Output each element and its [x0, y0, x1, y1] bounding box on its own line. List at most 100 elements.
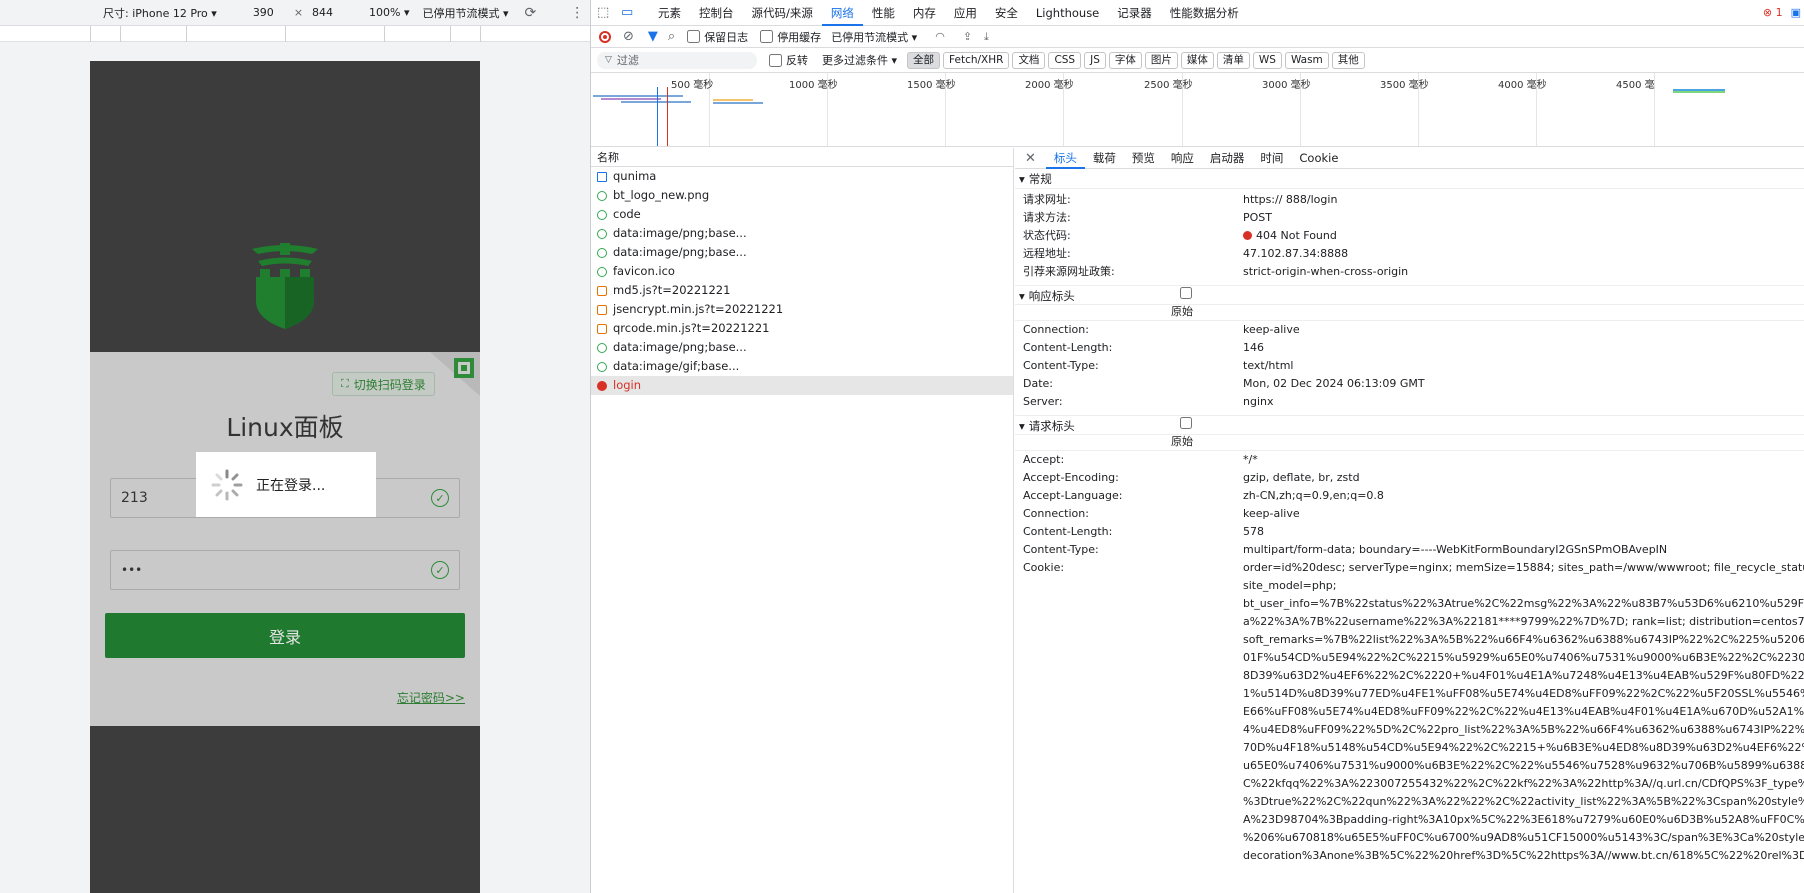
device-toolbar: 尺寸: iPhone 12 Pro ▾ 390 × 844 100% ▾ 已停用… — [0, 0, 590, 26]
filter-chip[interactable]: Fetch/XHR — [943, 51, 1010, 69]
request-row[interactable]: bt_logo_new.png — [591, 186, 1013, 205]
more-filters-select[interactable]: 更多过滤条件 ▾ — [822, 52, 897, 68]
request-row[interactable]: code — [591, 205, 1013, 224]
inspect-element-icon[interactable]: ⬚ — [597, 5, 613, 20]
network-throttle-select[interactable]: 已停用节流模式 ▾ — [831, 29, 917, 45]
filter-chip[interactable]: 文档 — [1012, 51, 1046, 69]
forgot-password-link[interactable]: 忘记密码>> — [397, 689, 465, 706]
header-value: 47.102.87.34:8888 — [1243, 245, 1804, 263]
devtools-tab[interactable]: 性能 — [863, 0, 904, 26]
record-icon[interactable] — [599, 30, 611, 43]
devtools-tab[interactable]: 性能数据分析 — [1161, 0, 1248, 26]
filter-chip[interactable]: 图片 — [1144, 51, 1178, 69]
password-input[interactable]: ••• ✓ — [110, 550, 460, 590]
header-value-text: zh-CN,zh;q=0.9,en;q=0.8 — [1243, 489, 1384, 502]
detail-tab[interactable]: 标头 — [1045, 148, 1085, 169]
import-icon[interactable]: ⇪ — [963, 30, 972, 43]
close-icon[interactable]: ✕ — [1015, 151, 1046, 166]
filter-chip[interactable]: 字体 — [1108, 51, 1142, 69]
request-row[interactable]: data:image/gif;base... — [591, 357, 1013, 376]
filter-chip[interactable]: 全部 — [907, 51, 941, 69]
search-icon[interactable]: ⌕ — [668, 29, 675, 44]
devtools-tab[interactable]: 记录器 — [1108, 0, 1161, 26]
filter-chip[interactable]: 清单 — [1216, 51, 1250, 69]
header-key: 请求网址: — [1023, 193, 1071, 206]
name-column-header[interactable]: 名称 — [591, 148, 1013, 167]
header-key: Server: — [1023, 395, 1063, 408]
request-row[interactable]: qrcode.min.js?t=20221221 — [591, 319, 1013, 338]
zoom-select[interactable]: 100% ▾ — [369, 6, 409, 19]
error-badge[interactable]: ⊗ 1 — [1763, 6, 1783, 19]
device-viewport: ⛶ 切换扫码登录 Linux面板 213 ✓ ••• ✓ 登录 忘记密码>> 正… — [90, 61, 480, 893]
detail-tab[interactable]: 载荷 — [1085, 148, 1124, 169]
request-raw-label: 原始 — [1171, 435, 1193, 448]
filter-chip[interactable]: WS — [1252, 51, 1282, 69]
devtools-tab[interactable]: 安全 — [986, 0, 1027, 26]
devtools-tab[interactable]: 内存 — [904, 0, 945, 26]
device-toggle-icon[interactable]: ▭ — [621, 5, 641, 20]
device-throttle-select[interactable]: 已停用节流模式 ▾ — [423, 5, 509, 21]
qr-corner-icon[interactable] — [430, 352, 480, 396]
cookie-line: 8D39%u63D2%u4EF6%22%2C%2220+%u4F01%u4E1A… — [1243, 669, 1804, 682]
request-row[interactable]: data:image/png;base... — [591, 243, 1013, 262]
timeline-label: 2000 毫秒 — [1025, 80, 1074, 91]
device-size-select[interactable]: 尺寸: iPhone 12 Pro ▾ — [103, 5, 217, 21]
cookie-line: E66%uFF08%u5E74%u4ED8%uFF09%22%2C%22%u4E… — [1243, 705, 1804, 718]
filter-icon[interactable]: ▼ — [648, 29, 658, 44]
device-height-input[interactable]: 844 — [312, 6, 333, 19]
image-icon — [597, 342, 607, 353]
devtools-tab[interactable]: Lighthouse — [1027, 0, 1108, 26]
request-row[interactable]: login — [591, 376, 1013, 395]
filter-input[interactable]: ▽ 过滤 — [597, 51, 757, 69]
request-name: qunima — [613, 169, 657, 183]
header-value: keep-alive — [1243, 321, 1804, 339]
request-name: jsencrypt.min.js?t=20221221 — [613, 302, 784, 316]
preserve-log-checkbox[interactable] — [687, 30, 701, 43]
request-row[interactable]: data:image/png;base... — [591, 224, 1013, 243]
login-title: Linux面板 — [226, 413, 344, 442]
rotate-icon[interactable]: ⟳ — [525, 5, 537, 21]
filter-chip[interactable]: CSS — [1048, 51, 1082, 69]
request-details: ✕ 标头 载荷 预览 响应 启动器 时间 Cookie ▾ 常规 请求网址: https://… — [1015, 148, 1804, 893]
export-icon[interactable]: ⤓ — [984, 30, 989, 44]
header-value: Mon, 02 Dec 2024 06:13:09 GMT — [1243, 375, 1804, 393]
device-width-input[interactable]: 390 — [253, 6, 274, 19]
devtools-tab[interactable]: 控制台 — [690, 0, 743, 26]
detail-tab[interactable]: 预览 — [1124, 148, 1163, 169]
request-row[interactable]: data:image/png;base... — [591, 338, 1013, 357]
detail-tab[interactable]: 时间 — [1252, 148, 1291, 169]
invert-checkbox[interactable] — [769, 53, 782, 67]
more-options-icon[interactable]: ⋮ — [570, 5, 584, 21]
image-icon — [597, 209, 607, 220]
filter-chip[interactable]: 其他 — [1331, 51, 1365, 69]
devtools-tab[interactable]: 网络 — [821, 0, 863, 26]
disable-cache-checkbox[interactable] — [760, 30, 774, 43]
detail-tab[interactable]: 响应 — [1163, 148, 1202, 169]
qr-switch-button[interactable]: ⛶ 切换扫码登录 — [332, 372, 435, 396]
request-row[interactable]: qunima — [591, 167, 1013, 186]
request-raw-checkbox[interactable] — [1180, 417, 1192, 429]
devtools-tab[interactable]: 应用 — [945, 0, 986, 26]
devtools-tab[interactable]: 元素 — [649, 0, 690, 26]
request-row[interactable]: favicon.ico — [591, 262, 1013, 281]
request-row[interactable]: md5.js?t=20221221 — [591, 281, 1013, 300]
header-value-text: keep-alive — [1243, 323, 1300, 336]
general-section-header[interactable]: ▾ 常规 — [1015, 169, 1804, 189]
login-button[interactable]: 登录 — [105, 613, 465, 658]
header-value: zh-CN,zh;q=0.9,en;q=0.8 — [1243, 487, 1804, 505]
clear-icon[interactable]: ⊘ — [623, 29, 634, 44]
detail-tab[interactable]: Cookie — [1291, 148, 1346, 169]
request-row[interactable]: jsencrypt.min.js?t=20221221 — [591, 300, 1013, 319]
wifi-icon[interactable]: ◠ — [935, 30, 945, 43]
filter-chip[interactable]: Wasm — [1284, 51, 1329, 69]
devtools-tab[interactable]: 源代码/来源 — [743, 0, 822, 26]
header-row: Connection: keep-alive — [1015, 321, 1804, 339]
scan-icon: ⛶ — [341, 377, 349, 390]
request-name: qrcode.min.js?t=20221221 — [613, 321, 770, 335]
detail-tab[interactable]: 启动器 — [1202, 148, 1253, 169]
response-raw-checkbox[interactable] — [1180, 287, 1192, 299]
filter-chip[interactable]: JS — [1084, 51, 1106, 69]
image-icon — [597, 266, 607, 277]
filter-chip[interactable]: 媒体 — [1180, 51, 1214, 69]
issues-icon[interactable]: ▣ — [1791, 6, 1801, 19]
